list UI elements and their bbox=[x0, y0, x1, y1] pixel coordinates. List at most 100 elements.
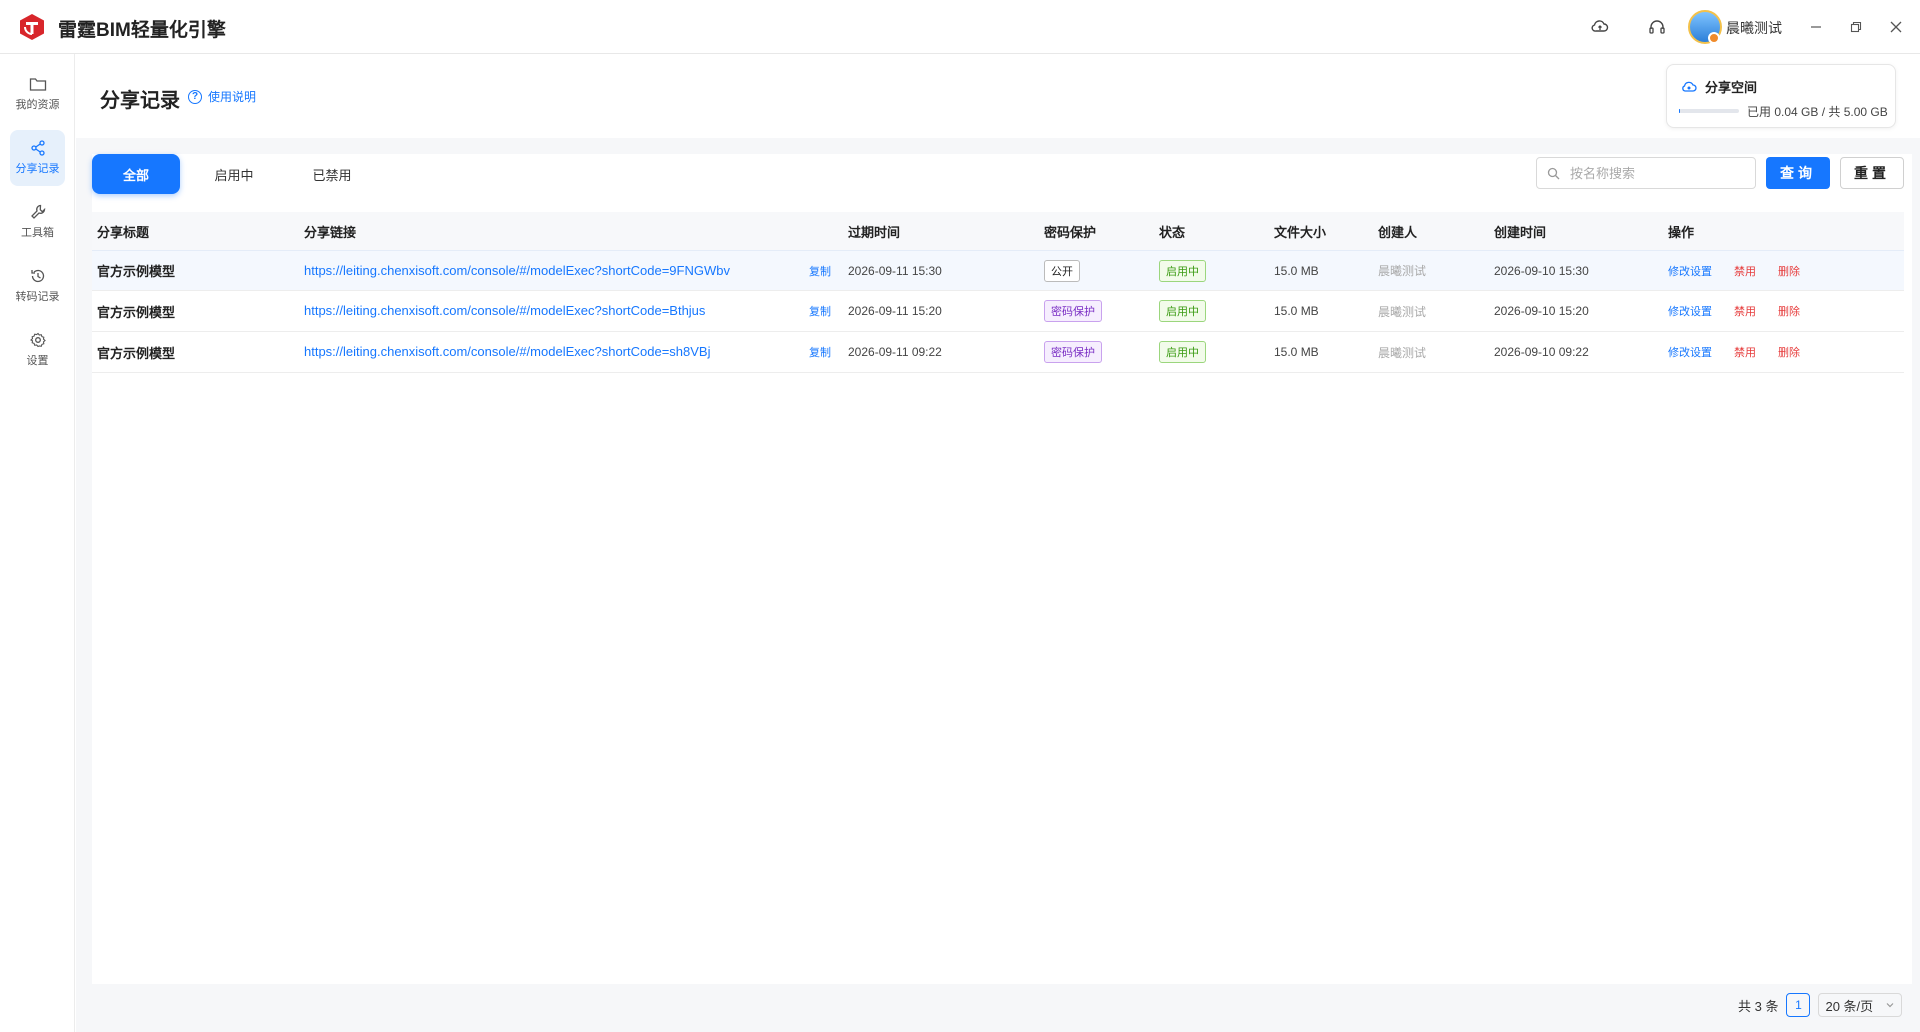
share-title: 官方示例模型 bbox=[97, 264, 176, 279]
status-cell: 启用中 bbox=[1154, 300, 1269, 322]
file-size: 15.0 MB bbox=[1274, 345, 1319, 359]
edit-settings-button[interactable]: 修改设置 bbox=[1668, 303, 1712, 319]
tab-enabled[interactable]: 启用中 bbox=[190, 154, 278, 194]
password-badge: 密码保护 bbox=[1044, 341, 1102, 363]
delete-button[interactable]: 删除 bbox=[1778, 303, 1800, 319]
column-header: 创建人 bbox=[1378, 224, 1418, 240]
table-row[interactable]: 官方示例模型 https://leiting.chenxisoft.com/co… bbox=[92, 332, 1904, 373]
row-actions: 修改设置 禁用 删除 bbox=[1663, 344, 1893, 360]
copy-link-button[interactable]: 复制 bbox=[809, 344, 831, 360]
share-title: 官方示例模型 bbox=[97, 345, 176, 361]
app-title: 雷霆BIM轻量化引擎 bbox=[58, 20, 226, 41]
sidebar-item-share-records[interactable]: 分享记录 bbox=[10, 130, 65, 186]
row-actions: 修改设置 禁用 删除 bbox=[1663, 303, 1893, 319]
share-space-progress bbox=[1679, 109, 1739, 113]
created-time: 2026-09-10 15:30 bbox=[1494, 263, 1589, 278]
share-table: 分享标题 分享链接 过期时间 密码保护 状态 文件大小 创建人 创建时间 操作 … bbox=[92, 212, 1904, 373]
cloud-sync-icon[interactable] bbox=[1589, 16, 1611, 38]
table-header: 分享标题 分享链接 过期时间 密码保护 状态 文件大小 创建人 创建时间 操作 bbox=[92, 212, 1904, 250]
disable-button[interactable]: 禁用 bbox=[1734, 263, 1756, 279]
avatar-badge bbox=[1708, 32, 1720, 44]
cloud-icon bbox=[1682, 81, 1697, 92]
disable-button[interactable]: 禁用 bbox=[1734, 344, 1756, 360]
share-link-cell: https://leiting.chenxisoft.com/console/#… bbox=[299, 303, 843, 319]
filter-tabs: 全部 启用中 已禁用 bbox=[92, 154, 376, 194]
sidebar-item-label: 分享记录 bbox=[15, 163, 60, 175]
gear-icon bbox=[29, 332, 46, 348]
tab-all[interactable]: 全部 bbox=[92, 154, 180, 194]
sidebar-item-label: 工具箱 bbox=[21, 227, 54, 239]
password-cell: 密码保护 bbox=[1039, 341, 1154, 363]
sidebar-item-label: 我的资源 bbox=[15, 99, 60, 111]
share-title: 官方示例模型 bbox=[97, 304, 176, 320]
password-cell: 公开 bbox=[1039, 259, 1154, 282]
column-header: 创建时间 bbox=[1494, 224, 1547, 240]
row-actions: 修改设置 禁用 删除 bbox=[1663, 263, 1893, 279]
help-icon: ? bbox=[188, 89, 202, 104]
copy-link-button[interactable]: 复制 bbox=[809, 263, 831, 279]
query-button[interactable]: 查询 bbox=[1766, 157, 1830, 189]
page-size-value: 20 条/页 bbox=[1825, 998, 1874, 1014]
reset-button[interactable]: 重置 bbox=[1840, 157, 1904, 189]
sidebar-item-transcode-records[interactable]: 转码记录 bbox=[10, 258, 65, 314]
restore-icon[interactable] bbox=[1843, 14, 1869, 40]
disable-button[interactable]: 禁用 bbox=[1734, 303, 1756, 319]
password-cell: 密码保护 bbox=[1039, 300, 1154, 322]
total-count: 共 3 条 bbox=[1738, 998, 1779, 1014]
table-row[interactable]: 官方示例模型 https://leiting.chenxisoft.com/co… bbox=[92, 250, 1904, 291]
sidebar: 我的资源 分享记录 工具箱 转码记录 设置 bbox=[0, 54, 75, 1032]
search-input[interactable] bbox=[1570, 165, 1740, 181]
edit-settings-button[interactable]: 修改设置 bbox=[1668, 263, 1712, 279]
creator: 晨曦测试 bbox=[1378, 264, 1427, 278]
status-badge: 启用中 bbox=[1159, 259, 1206, 282]
search-box bbox=[1536, 157, 1756, 189]
pagination: 共 3 条 1 20 条/页 bbox=[1738, 992, 1903, 1018]
page-number-button[interactable]: 1 bbox=[1786, 993, 1811, 1017]
password-badge: 密码保护 bbox=[1044, 300, 1102, 322]
share-link[interactable]: https://leiting.chenxisoft.com/console/#… bbox=[304, 303, 705, 319]
expire-time: 2026-09-11 15:20 bbox=[848, 304, 942, 318]
sidebar-item-label: 转码记录 bbox=[15, 291, 60, 303]
tab-disabled[interactable]: 已禁用 bbox=[288, 154, 376, 194]
close-icon[interactable] bbox=[1883, 14, 1909, 40]
column-header: 状态 bbox=[1159, 224, 1186, 240]
share-space-card: 分享空间 已用 0.04 GB / 共 5.00 GB bbox=[1666, 64, 1896, 128]
file-size: 15.0 MB bbox=[1274, 304, 1319, 318]
delete-button[interactable]: 删除 bbox=[1778, 263, 1800, 279]
sidebar-item-my-resources[interactable]: 我的资源 bbox=[10, 66, 65, 122]
expire-time: 2026-09-11 15:30 bbox=[848, 263, 942, 278]
page-header: 分享记录 ? 使用说明 分享空间 已用 0.04 GB / 共 5.00 GB bbox=[76, 54, 1920, 138]
edit-settings-button[interactable]: 修改设置 bbox=[1668, 344, 1712, 360]
table-row[interactable]: 官方示例模型 https://leiting.chenxisoft.com/co… bbox=[92, 291, 1904, 332]
status-cell: 启用中 bbox=[1154, 341, 1269, 363]
help-label: 使用说明 bbox=[208, 90, 257, 104]
share-space-title: 分享空间 bbox=[1681, 77, 1757, 96]
minimize-icon[interactable] bbox=[1803, 14, 1829, 40]
column-header: 操作 bbox=[1668, 224, 1695, 240]
share-link[interactable]: https://leiting.chenxisoft.com/console/#… bbox=[304, 344, 710, 360]
page-size-select[interactable]: 20 条/页 bbox=[1818, 993, 1903, 1017]
created-time: 2026-09-10 15:20 bbox=[1494, 304, 1589, 318]
headset-icon[interactable] bbox=[1646, 16, 1668, 38]
column-header: 过期时间 bbox=[848, 224, 901, 240]
help-link[interactable]: ? 使用说明 bbox=[188, 88, 256, 105]
share-icon bbox=[30, 140, 45, 156]
content-panel: 全部 启用中 已禁用 查询 重置 分享标题 分享链接 过期时间 密码保护 状态 … bbox=[92, 154, 1912, 984]
chevron-down-icon bbox=[1887, 1003, 1894, 1008]
column-header: 分享标题 bbox=[97, 224, 150, 240]
file-size: 15.0 MB bbox=[1274, 263, 1319, 278]
copy-link-button[interactable]: 复制 bbox=[809, 303, 831, 319]
share-space-usage: 已用 0.04 GB / 共 5.00 GB bbox=[1747, 105, 1888, 119]
share-link[interactable]: https://leiting.chenxisoft.com/console/#… bbox=[304, 263, 730, 279]
main-area: 分享记录 ? 使用说明 分享空间 已用 0.04 GB / 共 5.00 GB … bbox=[76, 54, 1920, 1032]
sidebar-item-settings[interactable]: 设置 bbox=[10, 322, 65, 378]
user-name[interactable]: 晨曦测试 bbox=[1726, 18, 1782, 38]
page-title: 分享记录 bbox=[100, 90, 180, 112]
created-time: 2026-09-10 09:22 bbox=[1494, 345, 1589, 359]
share-link-cell: https://leiting.chenxisoft.com/console/#… bbox=[299, 263, 843, 279]
sidebar-item-toolbox[interactable]: 工具箱 bbox=[10, 194, 65, 250]
expire-time: 2026-09-11 09:22 bbox=[848, 345, 942, 359]
delete-button[interactable]: 删除 bbox=[1778, 344, 1800, 360]
sidebar-item-label: 设置 bbox=[26, 355, 49, 367]
app-logo-icon bbox=[20, 14, 44, 40]
